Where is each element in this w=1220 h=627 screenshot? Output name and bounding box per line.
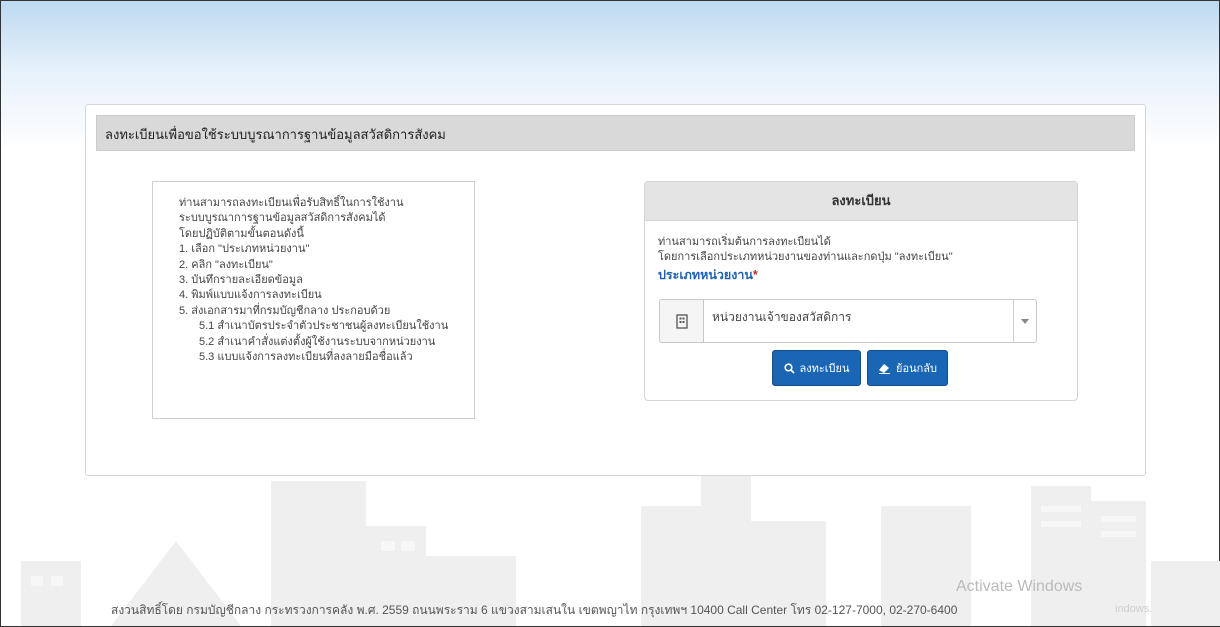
agency-type-selected-value: หน่วยงานเจ้าของสวัสดิการ [712, 310, 852, 324]
instruction-step: 3. บันทึกรายละเอียดข้อมูล [179, 274, 303, 287]
instruction-substep: 5.2 สำเนาคำสั่งแต่งตั้งผู้ใช้งานระบบจากห… [199, 335, 436, 348]
instruction-step: 4. พิมพ์แบบแจ้งการลงทะเบียน [179, 289, 322, 302]
activation-watermark-fragment: indows. [1115, 603, 1153, 615]
instruction-line: ระบบบูรณาการฐานข้อมูลสวัสดิการสังคมได้ [179, 212, 386, 225]
register-description: ท่านสามารถเริ่มต้นการลงทะเบียนได้ [658, 236, 831, 248]
instruction-step: 5. ส่งเอกสารมาที่กรมบัญชีกลาง ประกอบด้วย [179, 304, 391, 317]
register-button-label: ลงทะเบียน [799, 363, 850, 375]
back-button[interactable]: ย้อนกลับ [867, 350, 948, 386]
page-title: ลงทะเบียนเพื่อขอใช้ระบบบูรณาการฐานข้อมูล… [96, 115, 1135, 151]
registration-card: ลงทะเบียนเพื่อขอใช้ระบบบูรณาการฐานข้อมูล… [85, 104, 1146, 476]
required-mark: * [752, 268, 758, 282]
register-panel: ลงทะเบียน ท่านสามารถเริ่มต้นการลงทะเบียน… [644, 181, 1078, 401]
building-icon [659, 299, 703, 343]
agency-type-label: ประเภทหน่วยงาน* [658, 268, 758, 282]
instruction-substep: 5.1 สำเนาบัตรประจำตัวประชาชนผู้ลงทะเบียน… [199, 320, 449, 333]
instruction-line: โดยปฏิบัติตามขั้นตอนดังนี้ [179, 227, 304, 240]
eraser-icon [879, 363, 891, 374]
agency-type-select[interactable]: หน่วยงานเจ้าของสวัสดิการ [703, 299, 1037, 343]
instruction-step: 2. คลิก "ลงทะเบียน" [179, 258, 273, 271]
register-panel-title: ลงทะเบียน [645, 182, 1077, 221]
search-icon [783, 362, 795, 374]
instruction-substep: 5.3 แบบแจ้งการลงทะเบียนที่ลงลายมือชื่อแล… [199, 351, 413, 364]
register-description: โดยการเลือกประเภทหน่วยงานของท่านและกดปุ่… [658, 251, 953, 263]
instructions-box: ท่านสามารถลงทะเบียนเพื่อรับสิทธิ์ในการใช… [152, 181, 475, 419]
back-button-label: ย้อนกลับ [896, 363, 937, 375]
register-button[interactable]: ลงทะเบียน [772, 350, 861, 386]
instruction-step: 1. เลือก "ประเภทหน่วยงาน" [179, 243, 310, 256]
agency-type-select-group: หน่วยงานเจ้าของสวัสดิการ [659, 299, 1037, 343]
instruction-line: ท่านสามารถลงทะเบียนเพื่อรับสิทธิ์ในการใช… [179, 197, 404, 209]
footer-copyright: สงวนสิทธิ์โดย กรมบัญชีกลาง กระทรวงการคลั… [111, 603, 958, 617]
chevron-down-icon [1021, 319, 1029, 324]
activation-watermark: Activate Windows [956, 578, 1083, 595]
